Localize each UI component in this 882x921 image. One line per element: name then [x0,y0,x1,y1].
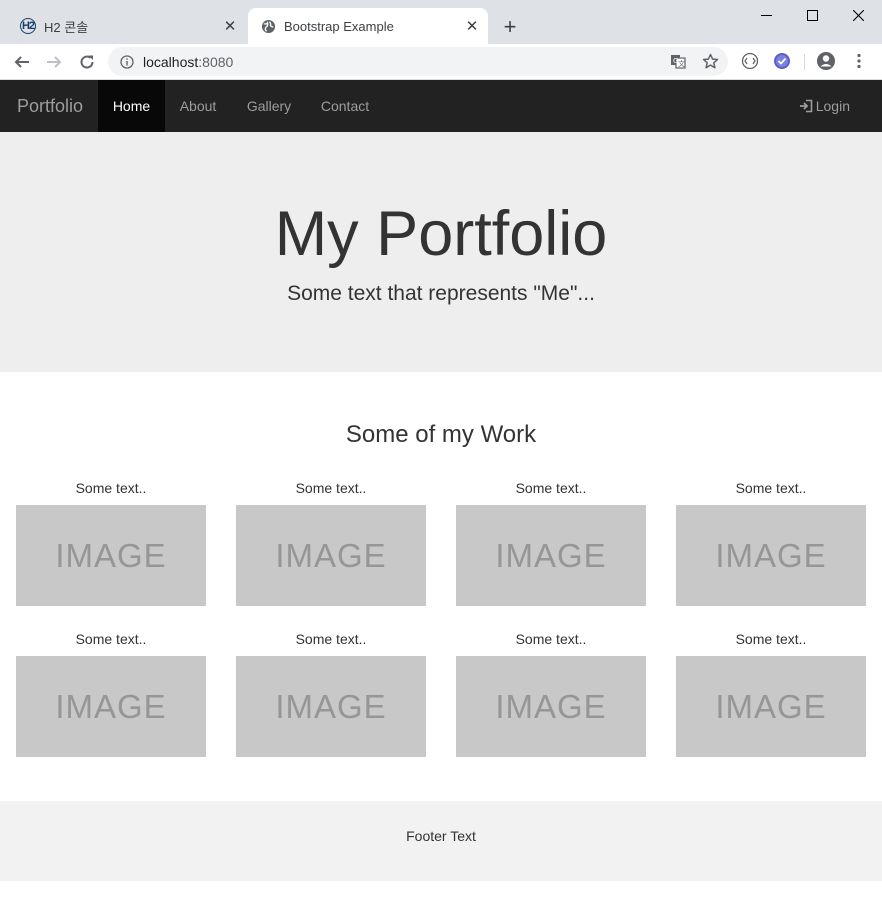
work-card: Some text.. IMAGE [236,629,426,757]
login-link[interactable]: Login [799,80,850,132]
browser-toolbar: localhost:8080 G文 [0,44,882,80]
close-tab-icon[interactable]: ✕ [220,16,240,36]
nav-item-gallery[interactable]: Gallery [233,80,305,132]
image-placeholder: IMAGE [456,505,646,606]
work-card: Some text.. IMAGE [236,478,426,606]
work-card-caption: Some text.. [75,480,147,496]
work-card: Some text.. IMAGE [456,478,646,606]
work-card: Some text.. IMAGE [676,629,866,757]
work-card-caption: Some text.. [735,480,807,496]
image-placeholder: IMAGE [236,505,426,606]
reload-icon[interactable] [73,48,101,76]
bookmark-star-icon[interactable] [697,48,723,74]
image-placeholder: IMAGE [236,656,426,757]
work-card-caption: Some text.. [295,480,367,496]
site-footer: Footer Text [0,801,882,881]
navbar-brand[interactable]: Portfolio [17,80,83,132]
work-card: Some text.. IMAGE [16,478,206,606]
work-card: Some text.. IMAGE [16,629,206,757]
extension-icon[interactable] [737,48,763,74]
nav-item-home[interactable]: Home [98,80,165,132]
image-placeholder: IMAGE [16,656,206,757]
work-card-caption: Some text.. [735,631,807,647]
toolbar-divider [804,54,805,70]
globe-icon [260,18,276,34]
site-navbar: Portfolio Home About Gallery Contact Log… [0,80,882,132]
h2-logo-icon: H2 [20,18,36,34]
forward-arrow-icon[interactable] [40,48,68,76]
work-heading: Some of my Work [345,421,537,448]
nav-item-about[interactable]: About [166,80,230,132]
close-tab-icon[interactable]: ✕ [462,16,482,36]
work-card-caption: Some text.. [295,631,367,647]
work-card-caption: Some text.. [515,480,587,496]
work-card: Some text.. IMAGE [676,478,866,606]
image-placeholder: IMAGE [16,505,206,606]
work-card-caption: Some text.. [515,631,587,647]
work-card: Some text.. IMAGE [456,629,646,757]
info-icon[interactable] [120,54,134,69]
hero-subtitle: Some text that represents "Me"... [287,282,595,305]
tab-title: Bootstrap Example [284,18,394,34]
new-tab-icon[interactable]: + [497,14,523,40]
hero-title: My Portfolio [274,199,608,269]
back-arrow-icon[interactable] [8,48,36,76]
maximize-icon[interactable] [789,0,835,30]
log-in-icon [799,99,813,113]
address-bar[interactable]: localhost:8080 [108,47,728,76]
tab-title: H2 콘솔 [44,19,89,35]
image-placeholder: IMAGE [676,505,866,606]
profile-avatar-icon[interactable] [813,48,839,74]
browser-tab-strip: H2 H2 콘솔 ✕ Bootstrap Example ✕ + [0,0,882,44]
footer-text: Footer Text [406,828,476,844]
close-window-icon[interactable] [835,0,881,30]
hero-jumbotron: My Portfolio Some text that represents "… [0,132,882,372]
url-text: localhost:8080 [143,53,234,70]
minimize-icon[interactable] [743,0,789,30]
nav-item-contact[interactable]: Contact [307,80,383,132]
more-menu-icon[interactable] [846,48,872,74]
translate-icon[interactable]: G文 [665,48,691,74]
work-card-caption: Some text.. [75,631,147,647]
login-label: Login [815,98,850,114]
svg-text:文: 文 [678,59,685,68]
image-placeholder: IMAGE [456,656,646,757]
browser-tab-h2[interactable]: H2 H2 콘솔 ✕ [8,8,246,44]
image-placeholder: IMAGE [676,656,866,757]
browser-tab-bootstrap[interactable]: Bootstrap Example ✕ [248,8,488,44]
shield-check-icon[interactable] [769,48,795,74]
